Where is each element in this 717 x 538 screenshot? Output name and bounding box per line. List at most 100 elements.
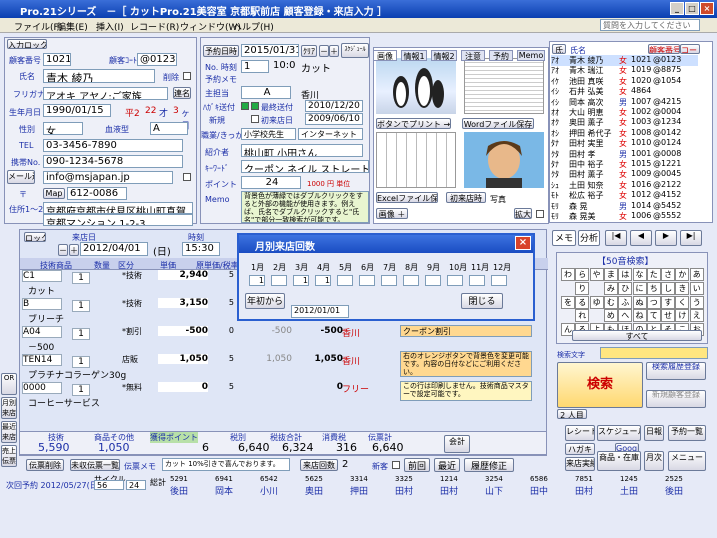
address2-input[interactable]: 京都マンション 1-2-3: [43, 214, 193, 226]
keyword-input[interactable]: クーポン ネイル ストレート: [241, 160, 369, 173]
menu-window[interactable]: ウィンドウ(W): [180, 20, 241, 33]
menu-file[interactable]: ファイル(F): [14, 20, 62, 33]
delete-checkbox[interactable]: [183, 72, 191, 80]
dialog-close-icon[interactable]: ×: [515, 236, 531, 250]
unpaid-list-button[interactable]: 未収伝票一覧: [70, 459, 120, 471]
item-price[interactable]: 3,150: [158, 298, 208, 308]
mail-checkbox[interactable]: [183, 173, 191, 181]
reservation-plus-button[interactable]: ＋: [329, 45, 339, 57]
hagaki-button[interactable]: ハガキ: [565, 443, 595, 455]
intro-input[interactable]: 桃山町 小田さん: [241, 144, 363, 157]
search-button[interactable]: 検索: [557, 362, 643, 408]
renmei-button[interactable]: 連名: [173, 87, 191, 99]
analysis-button[interactable]: 分析: [578, 230, 600, 246]
menu-nav-button[interactable]: メニュー: [668, 451, 706, 471]
mail-input[interactable]: info@msjapan.jp: [43, 171, 173, 184]
word-save-button[interactable]: Wordファイル保存: [462, 118, 534, 129]
schedule-nav-button[interactable]: スケジュール: [597, 425, 641, 441]
item-staff[interactable]: フリー: [342, 382, 369, 395]
blood-select[interactable]: A: [150, 122, 188, 135]
kana-button[interactable]: す: [661, 295, 676, 309]
tab-info2[interactable]: 情報2: [431, 50, 457, 61]
kana-all-button[interactable]: すべて: [572, 330, 702, 341]
receipt-button[interactable]: レシート: [565, 425, 595, 441]
kana-button[interactable]: や: [589, 268, 604, 281]
kana-button[interactable]: ま: [603, 268, 618, 281]
history-staff[interactable]: 奥田: [305, 484, 323, 497]
kana-button[interactable]: き: [675, 281, 690, 295]
customer-list-row[interactable]: ﾓﾘ 森 晃 男 1014 @5452: [551, 201, 698, 212]
kana-button[interactable]: め: [603, 309, 618, 323]
item-staff[interactable]: 香川: [342, 326, 360, 339]
item-price[interactable]: -500: [158, 326, 208, 336]
kana-button[interactable]: ち: [646, 281, 661, 295]
history-staff[interactable]: 後田: [170, 484, 188, 497]
help-search-input[interactable]: 質問を入力してください: [600, 19, 700, 31]
from-year-start-button[interactable]: 年初から: [245, 293, 285, 309]
sex-select[interactable]: 女: [43, 122, 83, 135]
reservation-minus-button[interactable]: －: [319, 45, 329, 57]
last-record-icon[interactable]: ▶|: [680, 230, 702, 246]
reservation-date-button[interactable]: 予約日時: [203, 45, 239, 57]
customer-list-row[interactable]: ｲｹ 池田 真咲 女 1020 @1054: [551, 76, 698, 87]
item-staff[interactable]: 香川: [342, 354, 360, 367]
kana-button[interactable]: つ: [646, 295, 661, 309]
kana-button[interactable]: な: [632, 268, 647, 281]
item-price[interactable]: 1,050: [158, 354, 208, 364]
customer-name[interactable]: 青木 綾乃: [43, 69, 155, 83]
item-code[interactable]: B: [22, 298, 62, 310]
reservation-clear-button[interactable]: ｸﾘｱ: [301, 45, 317, 57]
address1-input[interactable]: 京都府京都市伏見区桃山町真賀: [43, 202, 193, 214]
reservation-no[interactable]: 1: [241, 60, 269, 73]
kana-button[interactable]: に: [632, 281, 647, 295]
tab-reserve[interactable]: 予約: [489, 50, 513, 61]
history-staff[interactable]: 田村: [440, 484, 458, 497]
kana-button[interactable]: せ: [661, 309, 676, 323]
tab-caution[interactable]: 注意: [461, 50, 485, 61]
kana-button[interactable]: ら: [575, 268, 590, 281]
postal-input[interactable]: 612-0086: [67, 187, 127, 200]
kana-button[interactable]: さ: [661, 268, 676, 281]
item-qty[interactable]: 1: [72, 356, 90, 368]
first-visit-checkbox[interactable]: [251, 115, 259, 123]
kana-button[interactable]: ふ: [618, 295, 633, 309]
last-sent-date[interactable]: 2010/12/20: [305, 100, 363, 112]
customer-list-row[interactable]: ｲｼ 岡本 高次 男 1007 @4215: [551, 97, 698, 108]
item-code[interactable]: A04: [22, 326, 62, 338]
history-staff[interactable]: 後田: [665, 484, 683, 497]
dialog-start-date[interactable]: 2012/01/01: [291, 305, 349, 318]
latest-button[interactable]: 最近: [434, 458, 460, 472]
calendar-button[interactable]: 日報: [644, 425, 664, 441]
kana-button[interactable]: む: [603, 295, 618, 309]
staff-select[interactable]: A: [241, 86, 291, 99]
history-staff[interactable]: 押田: [350, 484, 368, 497]
reservation-menu[interactable]: カット: [299, 60, 339, 73]
or-button[interactable]: OR: [1, 373, 17, 395]
visit-result-button[interactable]: 来店実績: [565, 457, 595, 471]
kana-button[interactable]: ね: [632, 309, 647, 323]
customer-list-row[interactable]: ﾓﾘ 森 晃美 女 1006 @5552: [551, 211, 698, 222]
kana-button[interactable]: た: [646, 268, 661, 281]
monthly-visit-button[interactable]: 月別来店: [1, 397, 17, 419]
job-select[interactable]: 小学校先生: [241, 128, 296, 140]
customer-number[interactable]: 1021: [43, 53, 71, 66]
kana-button[interactable]: ひ: [618, 281, 633, 295]
customer-list-row[interactable]: ｱｵ 青木 瑞江 女 1019 @8875: [551, 65, 698, 76]
kana-button[interactable]: ぬ: [632, 295, 647, 309]
menu-edit[interactable]: 編集(E): [57, 20, 88, 33]
search-history-button[interactable]: 検索履歴登録: [646, 362, 706, 380]
tab-memo[interactable]: Memo: [517, 50, 545, 61]
memo-input[interactable]: 背景色が薄緑ではダブルクリックをすると外部の機能が使用きます。例えば、氏名でダブ…: [241, 191, 369, 223]
trigger-select[interactable]: インターネット: [298, 128, 363, 140]
list-sort-button[interactable]: 氏: [552, 44, 566, 54]
customer-list-row[interactable]: ﾓﾄ 松広 裕子 女 1012 @4152: [551, 190, 698, 201]
kana-button[interactable]: ゆ: [589, 295, 604, 309]
monthly-button[interactable]: 月次: [644, 451, 664, 471]
sales-slip-button[interactable]: 売上伝票: [1, 445, 17, 467]
customer-list-row[interactable]: ｵｸ 奥田 薫子 女 1003 @1234: [551, 117, 698, 128]
slip-memo-input[interactable]: カット 10%引きで喜んでおります。: [162, 458, 290, 471]
history-staff[interactable]: 田村: [395, 484, 413, 497]
tab-image[interactable]: 画像: [373, 50, 397, 61]
expand-button[interactable]: 拡大: [514, 208, 532, 219]
customer-list-row[interactable]: ﾀﾅ 田村 実里 女 1010 @0124: [551, 138, 698, 149]
